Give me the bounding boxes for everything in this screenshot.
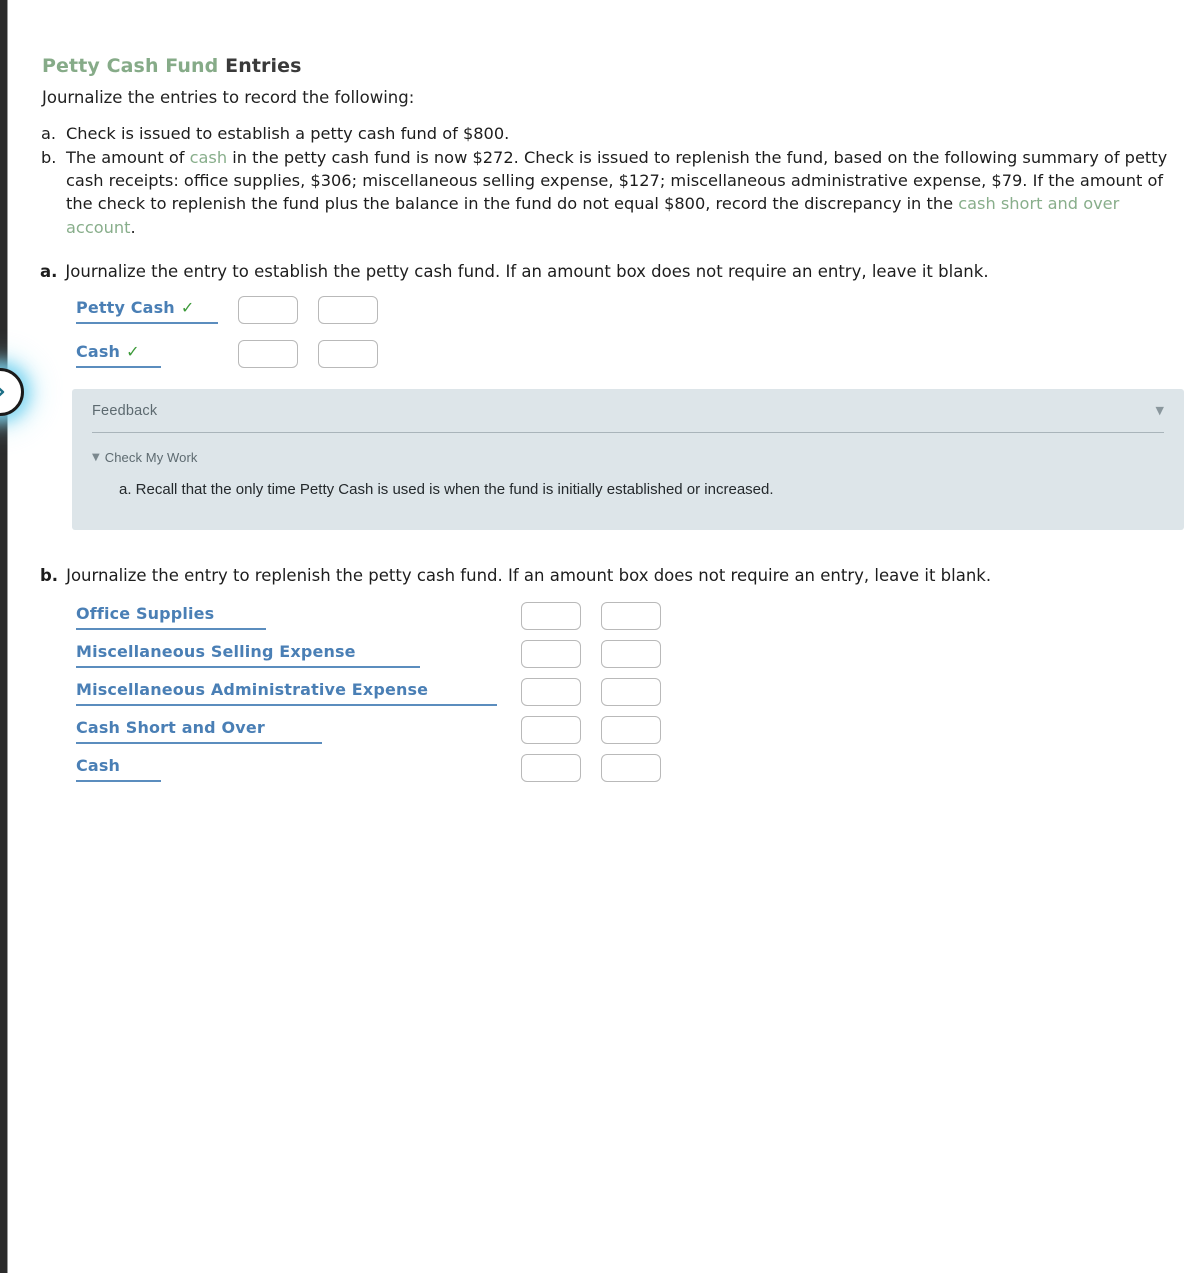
account-underline <box>76 780 161 782</box>
account-cell: Cash <box>76 754 521 782</box>
account-name-cash[interactable]: Cash <box>76 342 120 361</box>
debit-input[interactable] <box>238 296 298 324</box>
journal-row: Petty Cash ✓ <box>76 296 378 340</box>
journal-row: Miscellaneous Administrative Expense <box>76 678 661 716</box>
amount-cell <box>521 716 661 744</box>
feedback-header: Feedback ▼ <box>92 403 1164 419</box>
amount-cell <box>238 296 378 324</box>
account-correct-check-icon: ✓ <box>126 342 140 361</box>
account-cell: Cash ✓ <box>76 340 230 368</box>
subquestion-b-text: Journalize the entry to replenish the pe… <box>66 566 992 585</box>
page-title: Petty Cash Fund Entries <box>42 55 301 77</box>
problem-segment: The amount of <box>66 148 190 168</box>
problem-segment: Check is issued to establish a petty cas… <box>66 124 510 143</box>
problem-item-b: b. The amount of cash in the petty cash … <box>38 146 1188 239</box>
chevron-right-icon <box>0 383 9 401</box>
intro-instruction: Journalize the entries to record the fol… <box>42 88 415 107</box>
feedback-divider <box>92 432 1164 433</box>
account-name-cash-short-and-over[interactable]: Cash Short and Over <box>76 718 265 737</box>
account-name-cash[interactable]: Cash <box>76 756 120 775</box>
credit-input[interactable] <box>318 340 378 368</box>
problem-segment: . <box>130 217 136 237</box>
account-cell: Office Supplies <box>76 602 521 630</box>
journal-row: Office Supplies <box>76 602 661 640</box>
page-title-subject: Petty Cash Fund <box>42 54 219 77</box>
credit-input[interactable] <box>601 754 661 782</box>
account-name-miscellaneous-selling-expense[interactable]: Miscellaneous Selling Expense <box>76 642 356 661</box>
debit-input[interactable] <box>521 754 581 782</box>
credit-input[interactable] <box>318 296 378 324</box>
subquestion-b-letter: b. <box>40 566 59 585</box>
account-cell: Miscellaneous Administrative Expense <box>76 678 521 706</box>
subquestion-a-letter: a. <box>40 262 58 281</box>
account-underline <box>76 742 322 744</box>
problem-marker: a. <box>41 124 57 143</box>
account-name-office-supplies[interactable]: Office Supplies <box>76 604 214 623</box>
subquestion-a-text: Journalize the entry to establish the pe… <box>65 262 989 281</box>
journal-entry-table-b: Office Supplies Miscellaneous Selling Ex… <box>76 602 661 792</box>
problem-text: Check is issued to establish a petty cas… <box>66 122 1188 145</box>
check-my-work-body: a. Recall that the only time Petty Cash … <box>119 481 774 498</box>
amount-cell <box>521 640 661 668</box>
left-edge-strip <box>0 0 8 1273</box>
account-cell: Cash Short and Over <box>76 716 521 744</box>
subquestion-b-prompt: b. Journalize the entry to replenish the … <box>40 566 991 585</box>
account-correct-check-icon: ✓ <box>180 298 195 317</box>
credit-input[interactable] <box>601 678 661 706</box>
journal-row: Miscellaneous Selling Expense <box>76 640 661 678</box>
chevron-down-icon[interactable]: ▼ <box>1156 405 1164 416</box>
account-underline <box>76 704 497 706</box>
amount-cell <box>521 754 661 782</box>
account-underline <box>76 666 420 668</box>
account-name-petty-cash[interactable]: Petty Cash <box>76 298 175 317</box>
amount-cell <box>238 340 378 368</box>
glossary-term-cash[interactable]: cash <box>190 148 228 167</box>
account-underline <box>76 366 161 368</box>
feedback-panel: Feedback ▼ ▼ Check My Work a. Recall tha… <box>72 389 1184 530</box>
account-name-miscellaneous-administrative-expense[interactable]: Miscellaneous Administrative Expense <box>76 680 428 699</box>
amount-cell <box>521 678 661 706</box>
credit-input[interactable] <box>601 640 661 668</box>
journal-row: Cash <box>76 754 661 792</box>
amount-cell <box>521 602 661 630</box>
feedback-title: Feedback <box>92 403 158 419</box>
debit-input[interactable] <box>238 340 298 368</box>
check-my-work-label: Check My Work <box>104 450 198 465</box>
check-my-work-toggle[interactable]: ▼ Check My Work <box>92 450 1164 465</box>
problem-list: a. Check is issued to establish a petty … <box>38 122 1188 240</box>
problem-marker: b. <box>41 148 57 168</box>
account-cell: Miscellaneous Selling Expense <box>76 640 521 668</box>
debit-input[interactable] <box>521 678 581 706</box>
chevron-down-icon: ▼ <box>92 451 100 463</box>
journal-entry-table-a: Petty Cash ✓ Cash ✓ <box>76 296 378 384</box>
journal-row: Cash ✓ <box>76 340 378 384</box>
account-cell: Petty Cash ✓ <box>76 296 230 324</box>
debit-input[interactable] <box>521 640 581 668</box>
problem-text: The amount of cash in the petty cash fun… <box>66 146 1188 239</box>
debit-input[interactable] <box>521 602 581 630</box>
account-underline <box>76 628 266 630</box>
page-title-suffix: Entries <box>225 54 302 77</box>
credit-input[interactable] <box>601 602 661 630</box>
debit-input[interactable] <box>521 716 581 744</box>
journal-row: Cash Short and Over <box>76 716 661 754</box>
subquestion-a-prompt: a. Journalize the entry to establish the … <box>40 262 989 281</box>
credit-input[interactable] <box>601 716 661 744</box>
next-question-nav-button[interactable] <box>0 368 24 416</box>
account-underline <box>76 322 218 324</box>
problem-item-a: a. Check is issued to establish a petty … <box>38 122 1188 145</box>
